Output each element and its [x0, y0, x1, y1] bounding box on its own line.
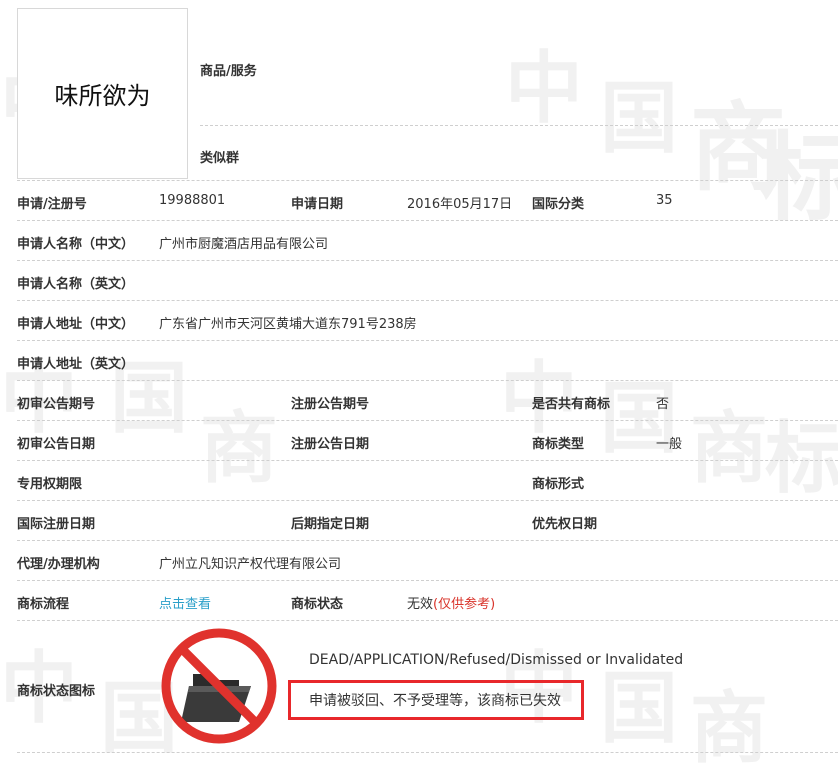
divider: [200, 125, 838, 126]
status-cn-callout: 申请被驳回、不予受理等，该商标已失效: [288, 680, 584, 720]
divider: [17, 220, 838, 221]
agency-label: 代理/办理机构: [17, 557, 100, 572]
status-english-text: DEAD/APPLICATION/Refused/Dismissed or In…: [309, 652, 684, 668]
divider: [17, 380, 838, 381]
divider: [17, 420, 838, 421]
apply-date-value: 2016年05月17日: [407, 197, 513, 212]
apply-date-label: 申请日期: [291, 197, 344, 212]
process-label: 商标流程: [17, 597, 70, 612]
divider: [17, 580, 838, 581]
reg-no-value: 19988801: [159, 193, 226, 208]
divider: [17, 300, 838, 301]
address-en-label: 申请人地址（英文）: [17, 357, 135, 372]
address-cn-label: 申请人地址（中文）: [17, 317, 135, 332]
status-label: 商标状态: [291, 597, 344, 612]
watermark-char: 商: [200, 404, 279, 494]
prelim-issue-label: 初审公告期号: [17, 397, 96, 412]
agency-value: 广州立凡知识产权代理有限公司: [159, 557, 342, 572]
status-reference-note: (仅供参考): [433, 597, 496, 612]
address-cn-value: 广东省广州市天河区黄埔大道东791号238房: [159, 317, 417, 332]
watermark-char: 商: [690, 404, 769, 494]
similar-group-label: 类似群: [200, 151, 240, 166]
tm-type-label: 商标类型: [532, 437, 585, 452]
reg-no-label: 申请/注册号: [17, 197, 87, 212]
view-process-link[interactable]: 点击查看: [159, 593, 211, 612]
goods-services-label: 商品/服务: [200, 64, 257, 79]
trademark-image: 味所欲为: [17, 8, 188, 179]
status-value: 无效: [407, 597, 434, 612]
divider: [17, 752, 838, 753]
status-icon-label: 商标状态图标: [17, 684, 96, 699]
shared-trademark-value: 否: [656, 397, 670, 412]
watermark-char: 国: [600, 74, 679, 164]
watermark-char: 中: [505, 44, 584, 134]
exclusive-period-label: 专用权期限: [17, 477, 83, 492]
watermark-char: 标: [760, 122, 838, 234]
priority-date-label: 优先权日期: [532, 517, 598, 532]
intl-reg-date-label: 国际注册日期: [17, 517, 96, 532]
later-designation-label: 后期指定日期: [291, 517, 370, 532]
trademark-logo-text: 味所欲为: [54, 82, 151, 110]
divider: [17, 620, 838, 621]
status-cn-note: 申请被驳回、不予受理等，该商标已失效: [309, 693, 561, 709]
intl-class-label: 国际分类: [532, 197, 585, 212]
applicant-cn-label: 申请人名称（中文）: [17, 237, 135, 252]
divider: [17, 460, 838, 461]
divider: [17, 260, 838, 261]
watermark-char: 国: [600, 664, 679, 754]
prelim-date-label: 初审公告日期: [17, 437, 96, 452]
tm-form-label: 商标形式: [532, 477, 585, 492]
divider: [17, 340, 838, 341]
reg-date-label: 注册公告日期: [291, 437, 370, 452]
watermark-char: 标: [765, 414, 838, 504]
applicant-cn-value: 广州市厨魔酒店用品有限公司: [159, 237, 329, 252]
dead-folder-prohibited-icon: [161, 628, 277, 744]
intl-class-value: 35: [656, 193, 673, 208]
tm-type-value: 一般: [656, 437, 683, 452]
status-value-group: 无效(仅供参考): [407, 593, 495, 612]
divider: [17, 180, 838, 181]
reg-issue-label: 注册公告期号: [291, 397, 370, 412]
applicant-en-label: 申请人名称（英文）: [17, 277, 135, 292]
shared-trademark-label: 是否共有商标: [532, 397, 611, 412]
divider: [17, 540, 838, 541]
watermark-char: 商: [690, 684, 769, 774]
divider: [17, 500, 838, 501]
